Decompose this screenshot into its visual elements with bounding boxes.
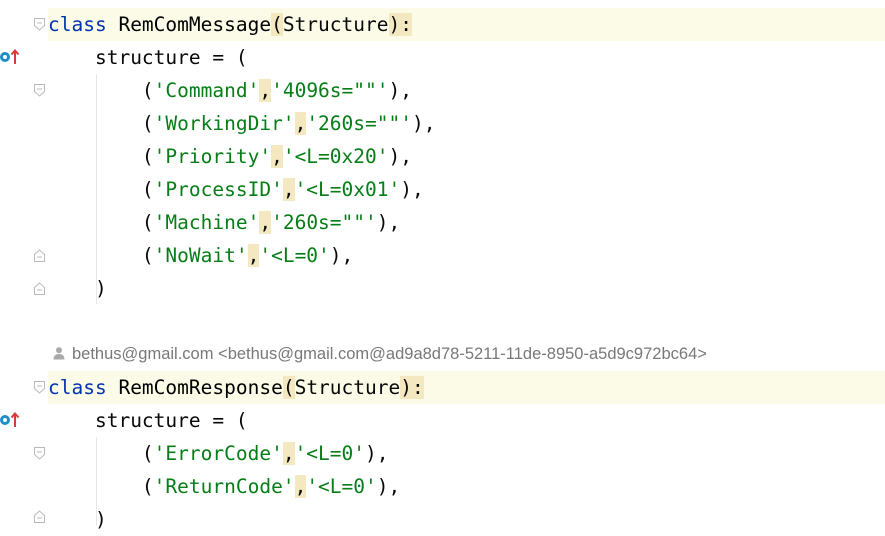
paren-comma: ), [329, 244, 354, 267]
comma: , [294, 112, 307, 135]
paren: ( [141, 112, 154, 135]
class-definition-line[interactable]: class RemComResponse(Structure): [48, 371, 885, 404]
person-icon [53, 347, 65, 360]
entry-format: '4096s=""' [271, 79, 389, 102]
paren-close: ): [400, 376, 424, 399]
paren-comma: ), [411, 112, 436, 135]
entry-format: '260s=""' [271, 211, 377, 234]
fold-open-icon[interactable] [33, 380, 46, 395]
paren: ( [141, 145, 154, 168]
class-keyword: class [48, 376, 107, 399]
field-decl: structure = ( [94, 46, 248, 69]
entry-name: 'Command' [153, 79, 260, 102]
close-paren: ) [94, 508, 107, 531]
close-paren: ) [94, 277, 107, 300]
paren-comma: ), [376, 211, 401, 234]
code-line-entry[interactable]: ('Command','4096s=""'), [48, 74, 412, 107]
class-name: RemComResponse [118, 376, 283, 399]
paren-comma: ), [388, 79, 412, 102]
entry-name: 'ReturnCode' [153, 475, 295, 498]
paren: ( [141, 244, 154, 267]
base-class: Structure [282, 13, 389, 36]
paren-open: ( [282, 376, 295, 399]
blame-annotation[interactable]: bethus@gmail.com <bethus@gmail.com@ad9a8… [52, 342, 707, 366]
comma: , [294, 475, 307, 498]
paren-close: ): [388, 13, 412, 36]
entry-name: 'Machine' [153, 211, 260, 234]
class-keyword: class [48, 13, 107, 36]
paren-comma: ), [376, 475, 401, 498]
entry-format: '<L=0x01' [294, 178, 401, 201]
comma: , [247, 244, 260, 267]
code-line-entry[interactable]: ('ReturnCode','<L=0'), [48, 470, 400, 503]
paren-comma: ), [388, 145, 412, 168]
code-line-entry[interactable]: ('Machine','260s=""'), [48, 206, 400, 239]
paren-comma: ), [365, 442, 389, 465]
comma: , [271, 145, 283, 168]
comma: , [282, 178, 295, 201]
blame-author: bethus@gmail.com <bethus@gmail.com@ad9a8… [72, 345, 707, 363]
entry-name: 'ErrorCode' [153, 442, 283, 465]
code-line-entry[interactable]: ('NoWait','<L=0'), [48, 239, 353, 272]
paren: ( [141, 178, 154, 201]
entry-name: 'ProcessID' [153, 178, 283, 201]
paren: ( [141, 211, 154, 234]
code-line-entry[interactable]: ('Priority','<L=0x20'), [48, 140, 412, 173]
code-line-entry[interactable]: ('ErrorCode','<L=0'), [48, 437, 389, 470]
implements-override-icon[interactable] [0, 411, 24, 429]
paren: ( [141, 442, 154, 465]
fold-close-icon[interactable] [33, 248, 46, 263]
entry-format: '<L=0' [294, 442, 366, 465]
comma: , [282, 442, 295, 465]
entry-format: '<L=0x20' [282, 145, 389, 168]
implements-override-icon[interactable] [0, 48, 24, 66]
fold-open-icon[interactable] [33, 446, 46, 461]
class-definition-line[interactable]: class RemComMessage(Structure): [48, 8, 885, 41]
paren: ( [141, 79, 154, 102]
base-class: Structure [294, 376, 401, 399]
paren-open: ( [271, 13, 283, 36]
fold-close-icon[interactable] [33, 281, 46, 296]
class-name: RemComMessage [118, 13, 272, 36]
fold-close-icon[interactable] [33, 509, 46, 524]
field-decl: structure = ( [94, 409, 248, 432]
comma: , [259, 79, 272, 102]
fold-open-icon[interactable] [33, 17, 46, 32]
clipped-top-line [48, 0, 438, 4]
fold-open-icon[interactable] [33, 83, 46, 98]
entry-name: 'WorkingDir' [153, 112, 295, 135]
code-line-entry[interactable]: ('ProcessID','<L=0x01'), [48, 173, 424, 206]
code-line-entry[interactable]: ('WorkingDir','260s=""'), [48, 107, 435, 140]
entry-format: '<L=0' [259, 244, 330, 267]
entry-name: 'Priority' [153, 145, 272, 168]
entry-name: 'NoWait' [153, 244, 248, 267]
comma: , [259, 211, 272, 234]
entry-format: '260s=""' [306, 112, 412, 135]
paren: ( [141, 475, 154, 498]
code-line[interactable]: ) [48, 503, 107, 536]
paren-comma: ), [400, 178, 424, 201]
code-line[interactable]: structure = ( [48, 41, 248, 74]
code-line[interactable]: structure = ( [48, 404, 248, 437]
entry-format: '<L=0' [306, 475, 377, 498]
code-line[interactable]: ) [48, 272, 107, 305]
